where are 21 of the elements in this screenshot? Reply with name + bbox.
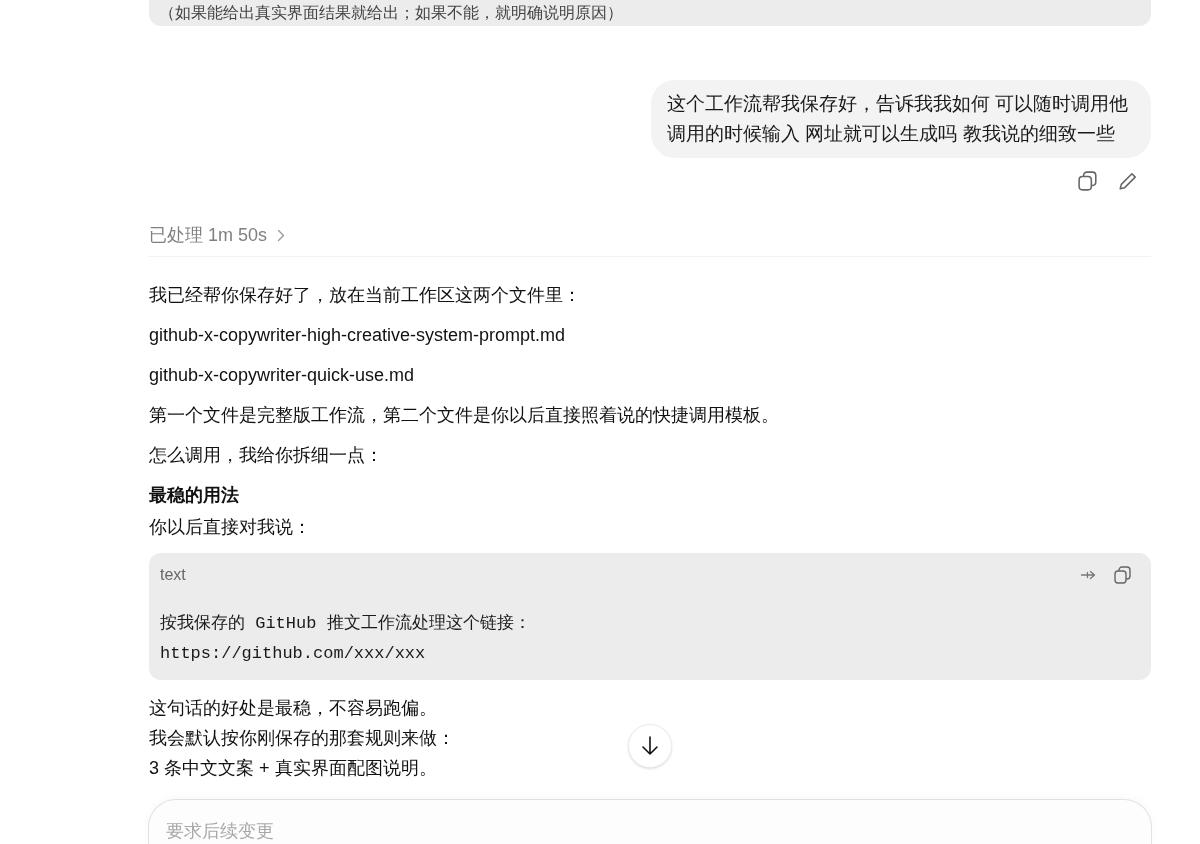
section-heading: 最稳的用法 [149, 484, 239, 507]
response-paragraph: github-x-copywriter-quick-use.md [149, 364, 415, 387]
copy-icon[interactable] [1078, 171, 1098, 191]
edit-icon[interactable] [1118, 171, 1138, 191]
arrow-right-icon[interactable] [1080, 569, 1096, 581]
code-line: https://github.com/xxx/xxx [160, 643, 426, 665]
arrow-down-icon [641, 736, 659, 756]
code-line: 按我保存的 GitHub 推文工作流处理这个链接： [160, 612, 531, 635]
response-paragraph: 第一个文件是完整版工作流，第二个文件是你以后直接照着说的快捷调用模板。 [149, 404, 779, 427]
code-language-label: text [160, 565, 186, 585]
message-input[interactable]: 要求后续变更 [148, 799, 1152, 844]
response-paragraph: github-x-copywriter-high-creative-system-prompt.md [149, 324, 566, 347]
response-paragraph: 我已经帮你保存好了，放在当前工作区这两个文件里： [149, 284, 581, 307]
response-paragraph: 你以后直接对我说： [149, 516, 311, 539]
user-message-text: 这个工作流帮我保存好，告诉我我如何 可以随时调用他调用的时候输入 网址就可以生成吗 教我说的细致一些 [667, 92, 1130, 146]
processed-toggle[interactable]: 已处理 1m 50s [149, 220, 286, 250]
scroll-down-button[interactable] [628, 724, 672, 768]
message-text: （如果能给出真实界面结果就给出；如果不能，就明确说明原因） [159, 3, 623, 23]
copy-icon[interactable] [1114, 566, 1132, 584]
response-paragraph: 怎么调用，我给你拆细一点： [149, 444, 383, 467]
response-paragraph: 这句话的好处是最稳，不容易跑偏。 我会默认按你刚保存的那套规则来做： 3 条中文文案 + 真实界面配图说明。 [149, 697, 455, 780]
